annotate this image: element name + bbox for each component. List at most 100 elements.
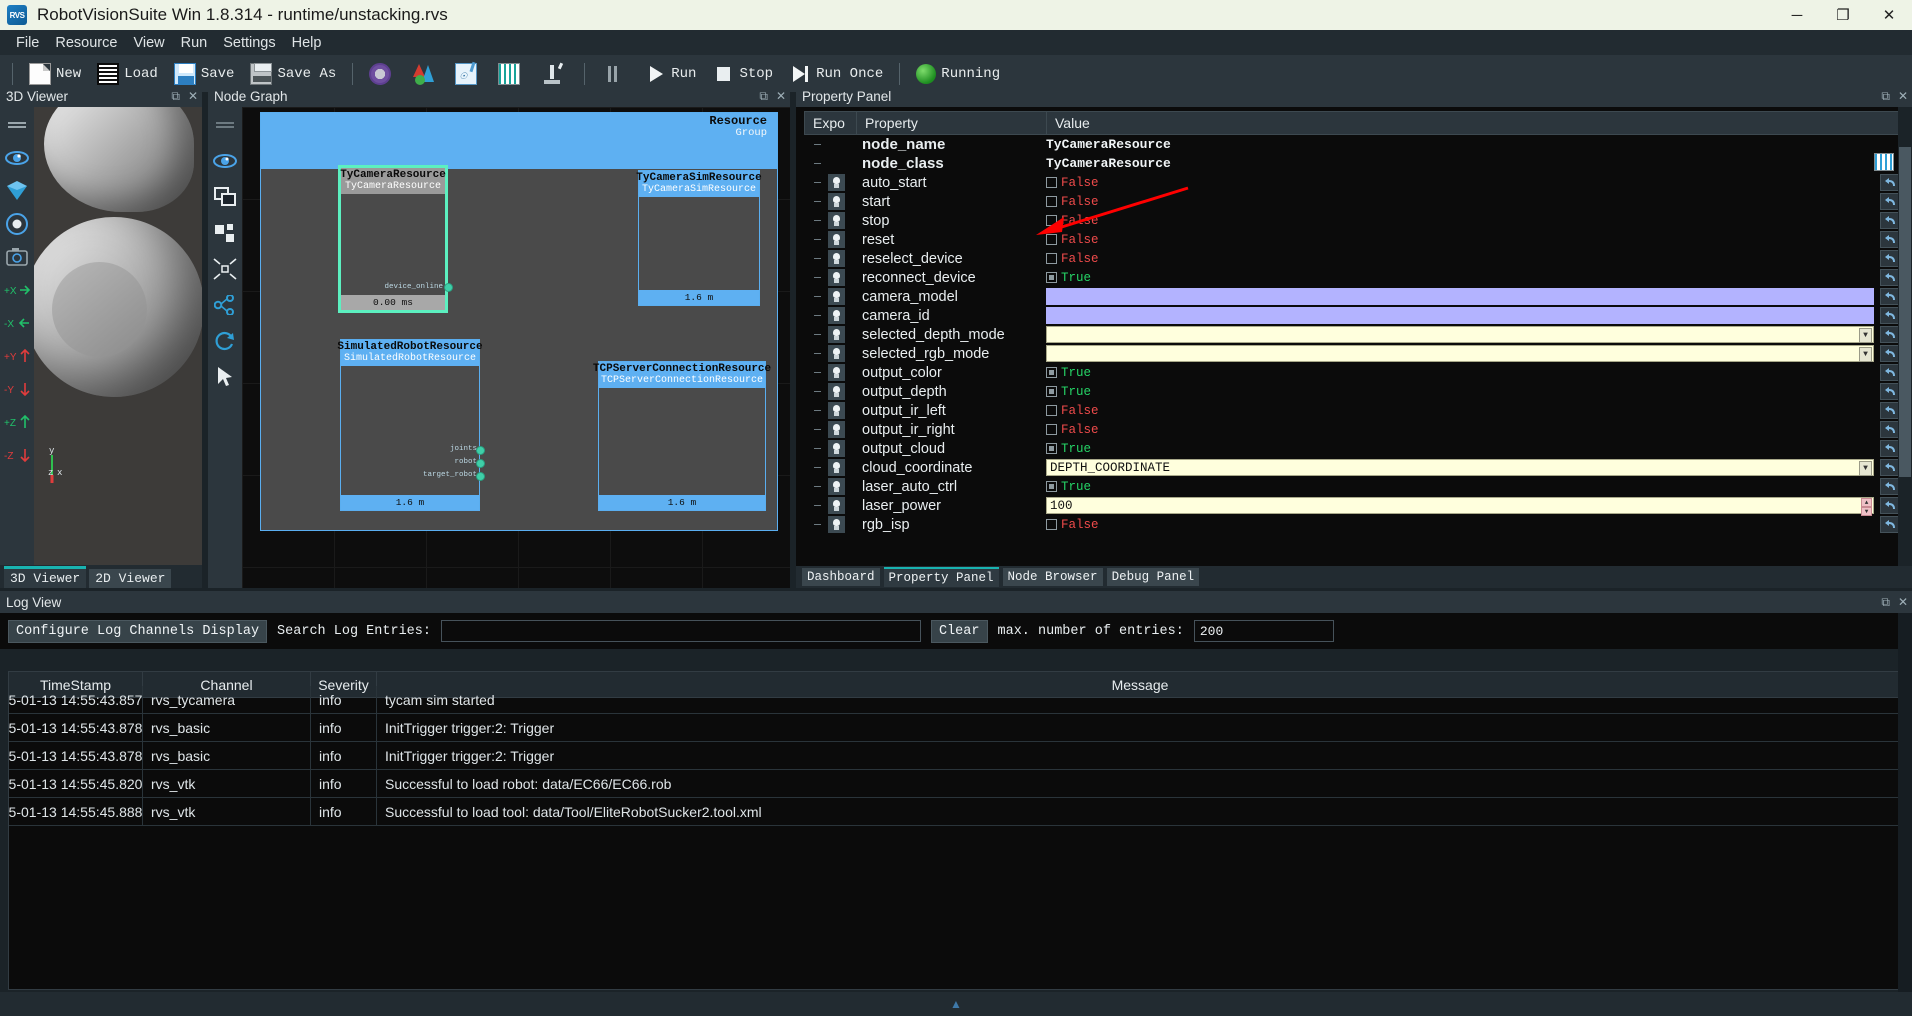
property-value-cell[interactable]: TyCameraResource [1046,135,1906,154]
log-row[interactable]: 2025-01-13 14:55:45.888798rvs_vtkinfo Suc… [9,798,1903,826]
property-expo-cell[interactable] [804,211,856,230]
max-entries-input[interactable]: 200 [1193,620,1334,642]
property-input-field[interactable]: ▼ [1046,345,1874,362]
property-expo-cell[interactable] [804,287,856,306]
checkbox-unchecked-icon[interactable] [1046,424,1057,435]
expose-bulb-icon[interactable] [828,440,845,457]
checkbox-checked-icon[interactable] [1046,367,1057,378]
property-value-cell[interactable]: 100 ▲ ▼ [1046,496,1906,516]
collapse-icon[interactable] [212,257,238,281]
property-value-cell[interactable]: False [1046,173,1906,192]
port-target-robot[interactable]: target_robot [423,471,477,479]
expose-bulb-icon[interactable] [828,516,845,533]
checkbox-unchecked-icon[interactable] [1046,253,1057,264]
menu-help[interactable]: Help [284,33,330,53]
log-row[interactable]: 2025-01-13 14:55:45.820688rvs_vtkinfo Suc… [9,770,1903,798]
axis-plus-x-icon[interactable]: +X [4,278,30,302]
log-view-close-icon[interactable]: ✕ [1898,596,1908,608]
property-value-cell[interactable]: ▼ [1046,325,1906,344]
property-expo-cell[interactable] [804,458,856,477]
port-joints[interactable]: joints [450,445,477,453]
port-robot[interactable]: robot [454,458,477,466]
property-value-cell[interactable]: False [1046,420,1906,439]
property-panel-scrollbar[interactable] [1898,107,1912,566]
expose-bulb-icon[interactable] [828,288,845,305]
property-value-cell[interactable]: False [1046,249,1906,268]
checkbox-checked-icon[interactable] [1046,386,1057,397]
expose-bulb-icon[interactable] [828,421,845,438]
port-dot-robot[interactable] [476,459,485,468]
property-row[interactable]: start False [804,192,1906,211]
search-log-input[interactable] [440,620,921,642]
checkbox-unchecked-icon[interactable] [1046,234,1057,245]
log-view-float-icon[interactable]: ⧉ [1881,596,1890,608]
property-value-cell[interactable]: ▼ [1046,344,1906,363]
property-value-cell[interactable]: False [1046,211,1906,230]
property-row[interactable]: rgb_isp False [804,515,1906,534]
property-row[interactable]: laser_auto_ctrl True [804,477,1906,496]
property-row[interactable]: output_ir_left False [804,401,1906,420]
expose-bulb-icon[interactable] [828,402,845,419]
property-expo-cell[interactable] [804,515,856,534]
property-row[interactable]: auto_start False [804,173,1906,192]
refresh-icon[interactable] [212,329,238,353]
checkbox-checked-icon[interactable] [1046,481,1057,492]
node-simulated-robot-resource[interactable]: SimulatedRobotResource SimulatedRobotRes… [337,339,485,511]
close-button[interactable]: ✕ [1866,0,1912,30]
property-expo-cell[interactable] [804,173,856,192]
cursor-arrow-icon[interactable] [212,365,238,389]
property-row[interactable]: reconnect_device True [804,268,1906,287]
property-panel-scroll-thumb[interactable] [1899,147,1911,477]
expose-bulb-icon[interactable] [828,383,845,400]
tab-property-panel[interactable]: Property Panel [883,567,999,587]
expose-bulb-icon[interactable] [828,364,845,381]
log-row[interactable]: 2025-01-13 14:55:43.878267rvs_basicinfo I… [9,742,1903,770]
eye-icon[interactable] [4,146,30,170]
property-value-cell[interactable]: DEPTH_COORDINATE ▼ [1046,458,1906,477]
viewer-3d-close-icon[interactable]: ✕ [188,90,198,102]
axis-plus-y-icon[interactable]: +Y [4,344,30,368]
property-expo-cell[interactable] [804,135,856,154]
property-row[interactable]: reset False [804,230,1906,249]
port-dot-device-online[interactable] [444,283,453,292]
property-value-cell[interactable]: True [1046,477,1906,496]
menu-view[interactable]: View [125,33,172,53]
property-value-cell[interactable] [1046,306,1906,325]
scatter-nodes-icon[interactable] [212,221,238,245]
node-graph-float-icon[interactable]: ⧉ [759,90,768,102]
property-input-field[interactable]: ▼ [1046,326,1874,343]
column-header-value[interactable]: Value [1047,112,1905,134]
property-expo-cell[interactable] [804,268,856,287]
property-expo-cell[interactable] [804,306,856,325]
menu-run[interactable]: Run [173,33,216,53]
checkbox-checked-icon[interactable] [1046,272,1057,283]
property-expo-cell[interactable] [804,230,856,249]
chevron-down-icon[interactable]: ▼ [1859,461,1872,476]
property-expo-cell[interactable] [804,420,856,439]
checkbox-checked-icon[interactable] [1046,443,1057,454]
property-value-cell[interactable]: TyCameraResource [1046,154,1906,173]
property-input-field[interactable] [1046,307,1874,324]
property-panel-float-icon[interactable]: ⧉ [1881,90,1890,102]
property-expo-cell[interactable] [804,154,856,173]
expose-bulb-icon[interactable] [828,478,845,495]
property-expo-cell[interactable] [804,192,856,211]
share-graph-icon[interactable] [212,293,238,317]
property-value-cell[interactable]: True [1046,363,1906,382]
column-header-expo[interactable]: Expo [805,112,857,134]
expose-bulb-icon[interactable] [828,345,845,362]
menu-resource[interactable]: Resource [47,33,125,53]
property-row[interactable]: reselect_device False [804,249,1906,268]
spinner-stepper[interactable]: ▲ ▼ [1861,498,1872,516]
property-expo-cell[interactable] [804,477,856,496]
expose-bulb-icon[interactable] [828,459,845,476]
minimize-button[interactable]: ─ [1774,0,1820,30]
property-value-cell[interactable]: True [1046,439,1906,458]
property-value-cell[interactable] [1046,287,1906,306]
port-dot-joints[interactable] [476,446,485,455]
property-expo-cell[interactable] [804,344,856,363]
expose-bulb-icon[interactable] [828,174,845,191]
tab-debug-panel[interactable]: Debug Panel [1106,568,1200,586]
property-value-cell[interactable]: True [1046,382,1906,401]
property-expo-cell[interactable] [804,382,856,401]
